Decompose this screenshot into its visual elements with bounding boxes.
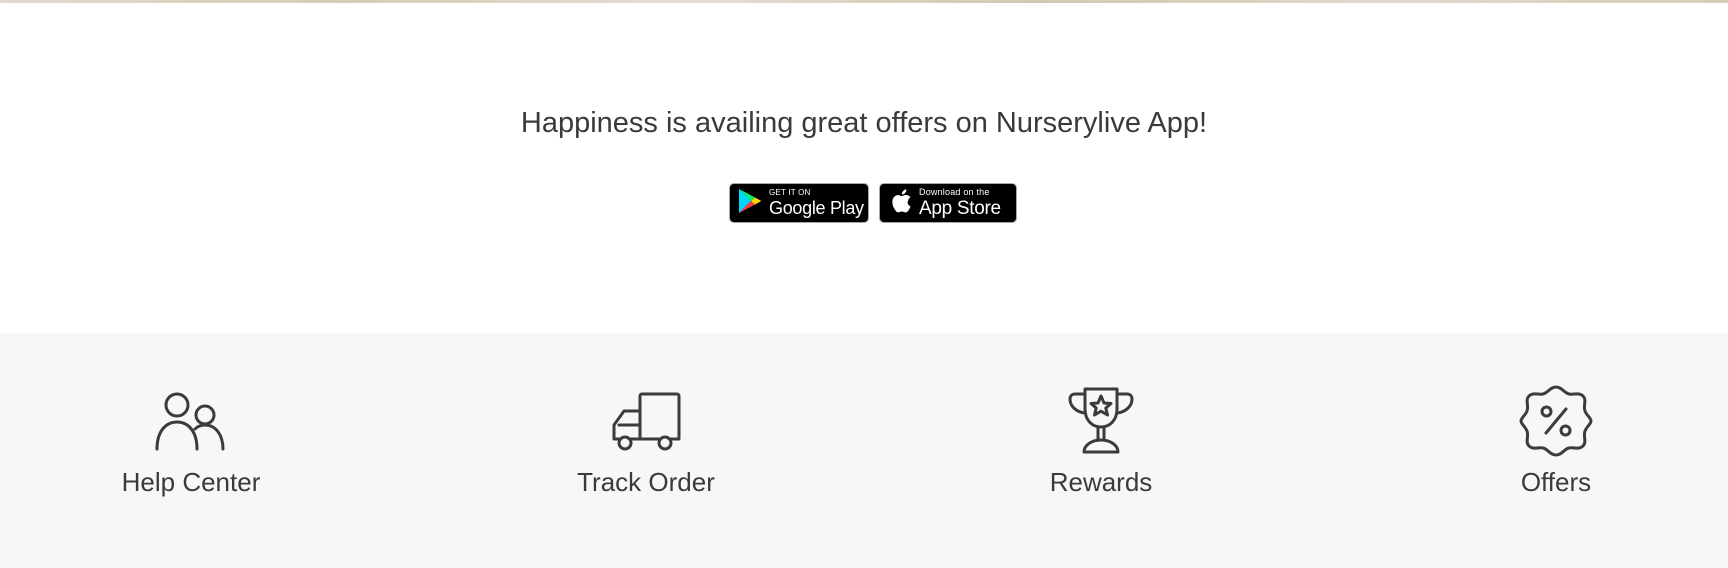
trophy-icon [1063, 383, 1139, 459]
app-promo-title: Happiness is availing great offers on Nu… [520, 107, 1208, 139]
store-badges: GET IT ON Google Play Download on the Ap… [729, 183, 1017, 223]
apple-icon [890, 188, 912, 219]
people-icon [153, 383, 229, 459]
google-play-text: GET IT ON Google Play [769, 188, 864, 218]
rewards-label: Rewards [1049, 467, 1153, 497]
app-store-button[interactable]: Download on the App Store [879, 183, 1017, 223]
app-store-text: Download on the App Store [919, 187, 1001, 219]
app-store-big-text: App Store [919, 198, 1001, 219]
app-promo-section: Happiness is availing great offers on Nu… [0, 3, 1728, 333]
google-play-icon [738, 188, 762, 219]
app-store-small-text: Download on the [919, 187, 990, 197]
quick-links-section: Help Center Track Order Rewards Offers [0, 333, 1728, 568]
rewards-link[interactable]: Rewards [981, 383, 1221, 498]
percent-badge-icon [1518, 383, 1594, 459]
google-play-big-text: Google Play [769, 198, 864, 218]
offers-link[interactable]: Offers [1436, 383, 1676, 498]
help-center-link[interactable]: Help Center [71, 383, 311, 498]
help-center-label: Help Center [121, 467, 261, 497]
google-play-button[interactable]: GET IT ON Google Play [729, 183, 869, 223]
truck-icon [608, 383, 684, 459]
track-order-label: Track Order [577, 467, 715, 497]
google-play-small-text: GET IT ON [769, 188, 811, 197]
offers-label: Offers [1520, 467, 1592, 497]
track-order-link[interactable]: Track Order [526, 383, 766, 498]
